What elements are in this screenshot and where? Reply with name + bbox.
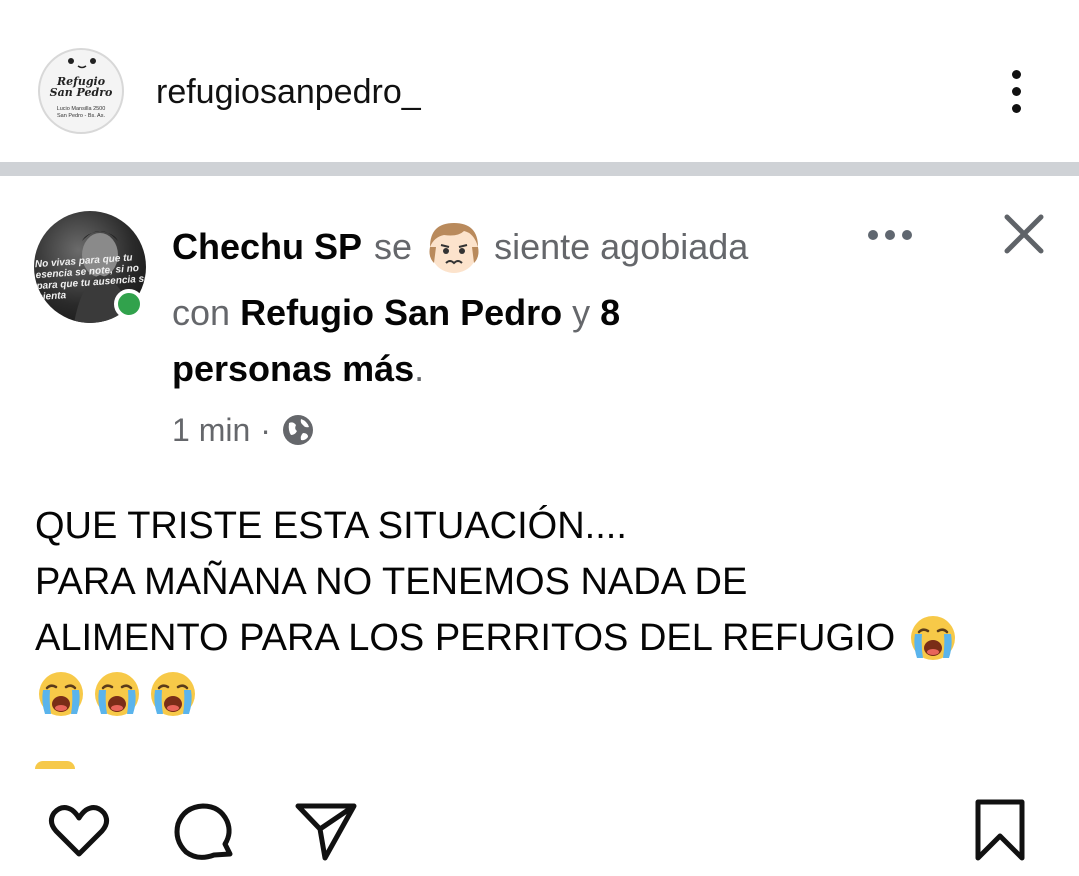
- action-bar: [0, 788, 1079, 876]
- loudly-crying-face-emoji: [91, 668, 143, 720]
- others-link: personas más: [172, 348, 415, 389]
- post-body-line: PARA MAÑANA NO TENEMOS NADA DE: [35, 561, 748, 603]
- post-time: 1 min: [172, 412, 251, 448]
- post-author-line: Chechu SP se siente agobiada: [172, 222, 749, 273]
- post-body-line: QUE TRISTE ESTA SITUACIÓN....: [35, 505, 627, 547]
- send-icon[interactable]: [292, 798, 362, 864]
- tagged-page-link: Refugio San Pedro: [240, 292, 563, 333]
- tagged-line-continued: personas más.: [172, 346, 424, 392]
- username-link[interactable]: refugiosanpedro_: [156, 70, 421, 114]
- comment-icon[interactable]: [170, 798, 240, 868]
- post-body-text: ALIMENTO PARA LOS PERRITOS DEL REFUGIO: [35, 617, 896, 659]
- period: .: [414, 348, 425, 389]
- feeling-text: siente agobiada: [494, 226, 749, 267]
- post-meta: 1 min ·: [172, 410, 315, 450]
- more-vertical-icon[interactable]: [1003, 68, 1033, 116]
- meta-separator: ·: [260, 412, 271, 448]
- post-body: QUE TRISTE ESTA SITUACIÓN.... PARA MAÑAN…: [35, 498, 1045, 722]
- tagged-line: con Refugio San Pedro y 8: [172, 290, 620, 336]
- avatar-logo-title: Refugio San Pedro: [49, 75, 113, 99]
- overwhelmed-face-emoji: [424, 217, 484, 277]
- post-image: No vivas para que tu esencia se note, si…: [0, 176, 1079, 788]
- heart-icon[interactable]: [46, 798, 112, 864]
- loudly-crying-face-emoji: [35, 668, 87, 720]
- instagram-post-screen: Refugio San Pedro Lucio Mansilla 2500 Sa…: [0, 0, 1079, 876]
- online-status-dot: [114, 289, 144, 319]
- profile-avatar[interactable]: Refugio San Pedro Lucio Mansilla 2500 Sa…: [38, 48, 124, 134]
- others-count: 8: [600, 292, 621, 333]
- author-name: Chechu SP: [172, 226, 363, 267]
- paw-logo-icon: [68, 58, 96, 69]
- post-body-line: ALIMENTO PARA LOS PERRITOS DEL REFUGIO: [35, 610, 1045, 666]
- loudly-crying-face-emoji: [147, 668, 199, 720]
- cut-off-emoji: [35, 761, 75, 769]
- emoji-row: [35, 666, 1045, 722]
- avatar-logo-address: Lucio Mansilla 2500 San Pedro - Bs. As.: [56, 106, 106, 119]
- post-options-icon[interactable]: [868, 228, 916, 242]
- post-header: Refugio San Pedro Lucio Mansilla 2500 Sa…: [0, 0, 1079, 162]
- loudly-crying-face-emoji: [907, 612, 959, 664]
- with-prefix: con: [172, 292, 231, 333]
- bookmark-icon[interactable]: [970, 798, 1030, 864]
- close-icon[interactable]: [1002, 212, 1046, 256]
- globe-icon: [282, 415, 313, 445]
- feeling-prefix: se: [374, 226, 413, 267]
- divider: [0, 162, 1079, 176]
- and-word: y: [572, 292, 591, 333]
